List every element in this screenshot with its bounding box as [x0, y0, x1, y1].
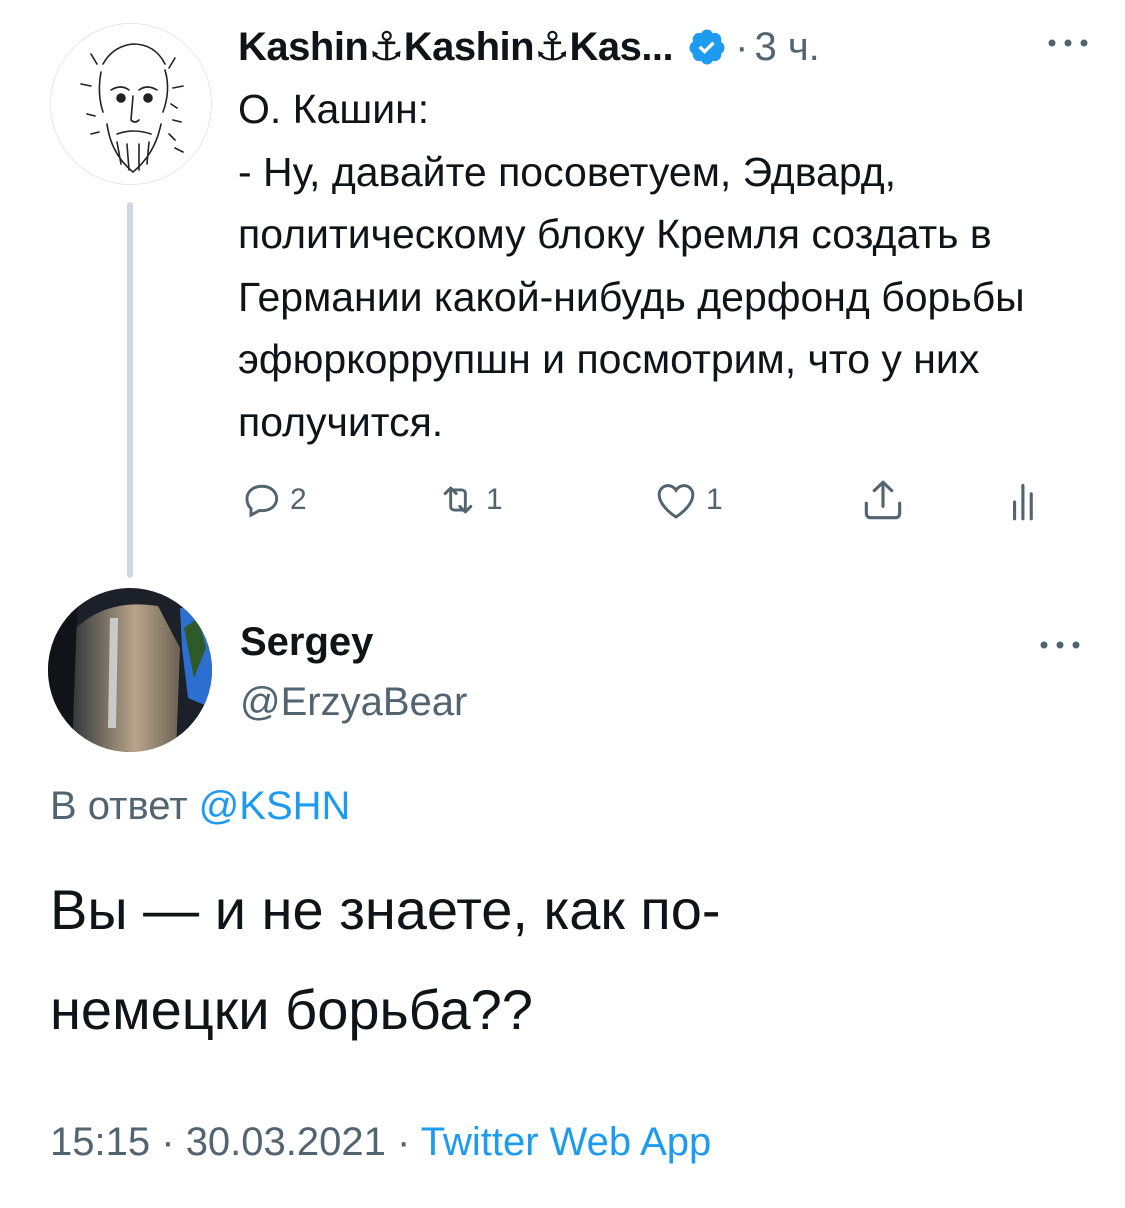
reply-button[interactable]: 2 — [240, 470, 307, 530]
reply-icon — [245, 484, 279, 518]
analytics-icon — [1013, 483, 1033, 521]
tweet-thread-page: Kashin⚓Kashin⚓Kas... · 3 ч. О. Кашин: - … — [0, 0, 1125, 1208]
retweet-count: 1 — [486, 483, 503, 516]
like-count: 1 — [706, 483, 723, 516]
more-icon[interactable] — [1038, 28, 1098, 58]
avatar-sergey[interactable] — [48, 588, 212, 752]
tweet-time[interactable]: 3 ч. — [754, 25, 819, 70]
tweet-time[interactable]: 15:15 — [50, 1120, 150, 1164]
reply-author-name[interactable]: Sergey — [240, 620, 373, 665]
meta-separator: · — [397, 1120, 411, 1164]
reply-context: В ответ @KSHN — [50, 784, 350, 829]
parent-tweet[interactable]: Kashin⚓Kashin⚓Kas... · 3 ч. О. Кашин: - … — [0, 0, 1125, 585]
parent-tweet-text: О. Кашин: - Ну, давайте посоветуем, Эдва… — [238, 86, 1025, 445]
retweet-icon — [443, 486, 473, 514]
tweet-source-link[interactable]: Twitter Web App — [421, 1120, 712, 1164]
share-button[interactable] — [858, 470, 908, 530]
more-icon[interactable] — [1030, 630, 1090, 660]
avatar-kashin[interactable] — [50, 23, 212, 185]
analytics-button[interactable] — [1000, 470, 1050, 530]
reply-mention-link[interactable]: @KSHN — [199, 784, 351, 828]
tweet-actions: 2 1 1 — [240, 470, 1060, 530]
author-name[interactable]: Kashin⚓Kashin⚓Kas... — [238, 24, 674, 70]
reply-to-label: В ответ — [50, 784, 188, 828]
parent-tweet-header: Kashin⚓Kashin⚓Kas... · 3 ч. — [238, 22, 1098, 72]
reply-author-handle[interactable]: @ErzyaBear — [240, 680, 467, 725]
retweet-button[interactable]: 1 — [436, 470, 503, 530]
thread-line — [127, 202, 133, 578]
share-icon — [864, 480, 902, 520]
meta-separator: · — [735, 24, 749, 69]
like-icon — [657, 484, 695, 519]
tweet-date[interactable]: 30.03.2021 — [186, 1120, 386, 1164]
like-button[interactable]: 1 — [652, 470, 723, 530]
reply-count: 2 — [290, 483, 307, 516]
tweet-timestamp: 15:15 · 30.03.2021 · Twitter Web App — [50, 1120, 711, 1165]
reply-tweet-text: Вы — и не знаете, как по- немецки борьба… — [50, 878, 721, 1041]
verified-badge-icon — [689, 29, 725, 65]
meta-separator: · — [161, 1120, 175, 1164]
